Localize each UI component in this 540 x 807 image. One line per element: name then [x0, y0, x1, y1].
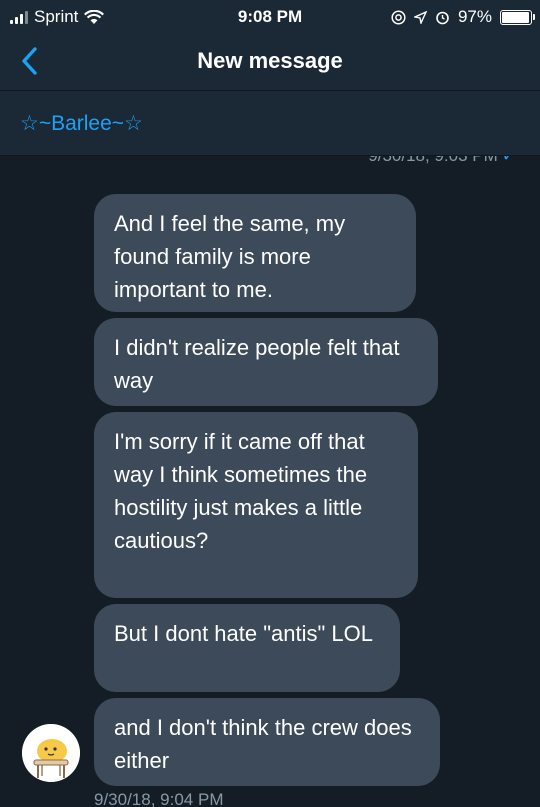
message-text: I'm sorry if it came off that way I thin…	[114, 429, 368, 553]
message-thread[interactable]: 9/30/18, 9:03 PM ✓ And I feel the same, m…	[0, 156, 540, 807]
recipient-bar: ☆~Barlee~☆	[0, 91, 540, 156]
location-arrow-icon	[413, 10, 427, 24]
message-bubble[interactable]: I didn't realize people felt that way	[94, 318, 438, 406]
battery-fill	[502, 11, 530, 23]
nav-bar: New message	[0, 34, 540, 91]
timestamp-top: 9/30/18, 9:03 PM ✓	[368, 156, 516, 166]
recipient-token[interactable]: ☆~Barlee~☆	[20, 111, 143, 136]
message-bubble[interactable]: But I dont hate "antis" LOL	[94, 604, 400, 692]
at-icon	[391, 9, 406, 25]
message-bubble[interactable]: I'm sorry if it came off that way I thin…	[94, 412, 418, 598]
battery-percent: 97%	[457, 7, 492, 26]
message-bubble[interactable]: and I don't think the crew does either	[94, 698, 440, 786]
page-title: New message	[197, 48, 343, 73]
avatar[interactable]	[22, 724, 80, 782]
alarm-icon	[436, 11, 449, 24]
message-text: and I don't think the crew does either	[114, 715, 412, 773]
egg-character-icon	[22, 724, 80, 782]
message-text: But I dont hate "antis" LOL	[114, 621, 374, 646]
status-bar: Sprint 9:08 PM 97%	[0, 0, 540, 34]
timestamp-bottom: 9/30/18, 9:04 PM	[94, 790, 224, 807]
message-text: I didn't realize people felt that way	[114, 335, 400, 393]
read-check-icon: ✓	[502, 156, 516, 165]
status-right: 97%	[391, 7, 535, 27]
message-bubble[interactable]: And I feel the same, my found family is …	[94, 194, 416, 312]
message-text: And I feel the same, my found family is …	[114, 211, 346, 302]
timestamp-top-text: 9/30/18, 9:03 PM	[368, 156, 497, 165]
battery-icon	[500, 9, 535, 25]
